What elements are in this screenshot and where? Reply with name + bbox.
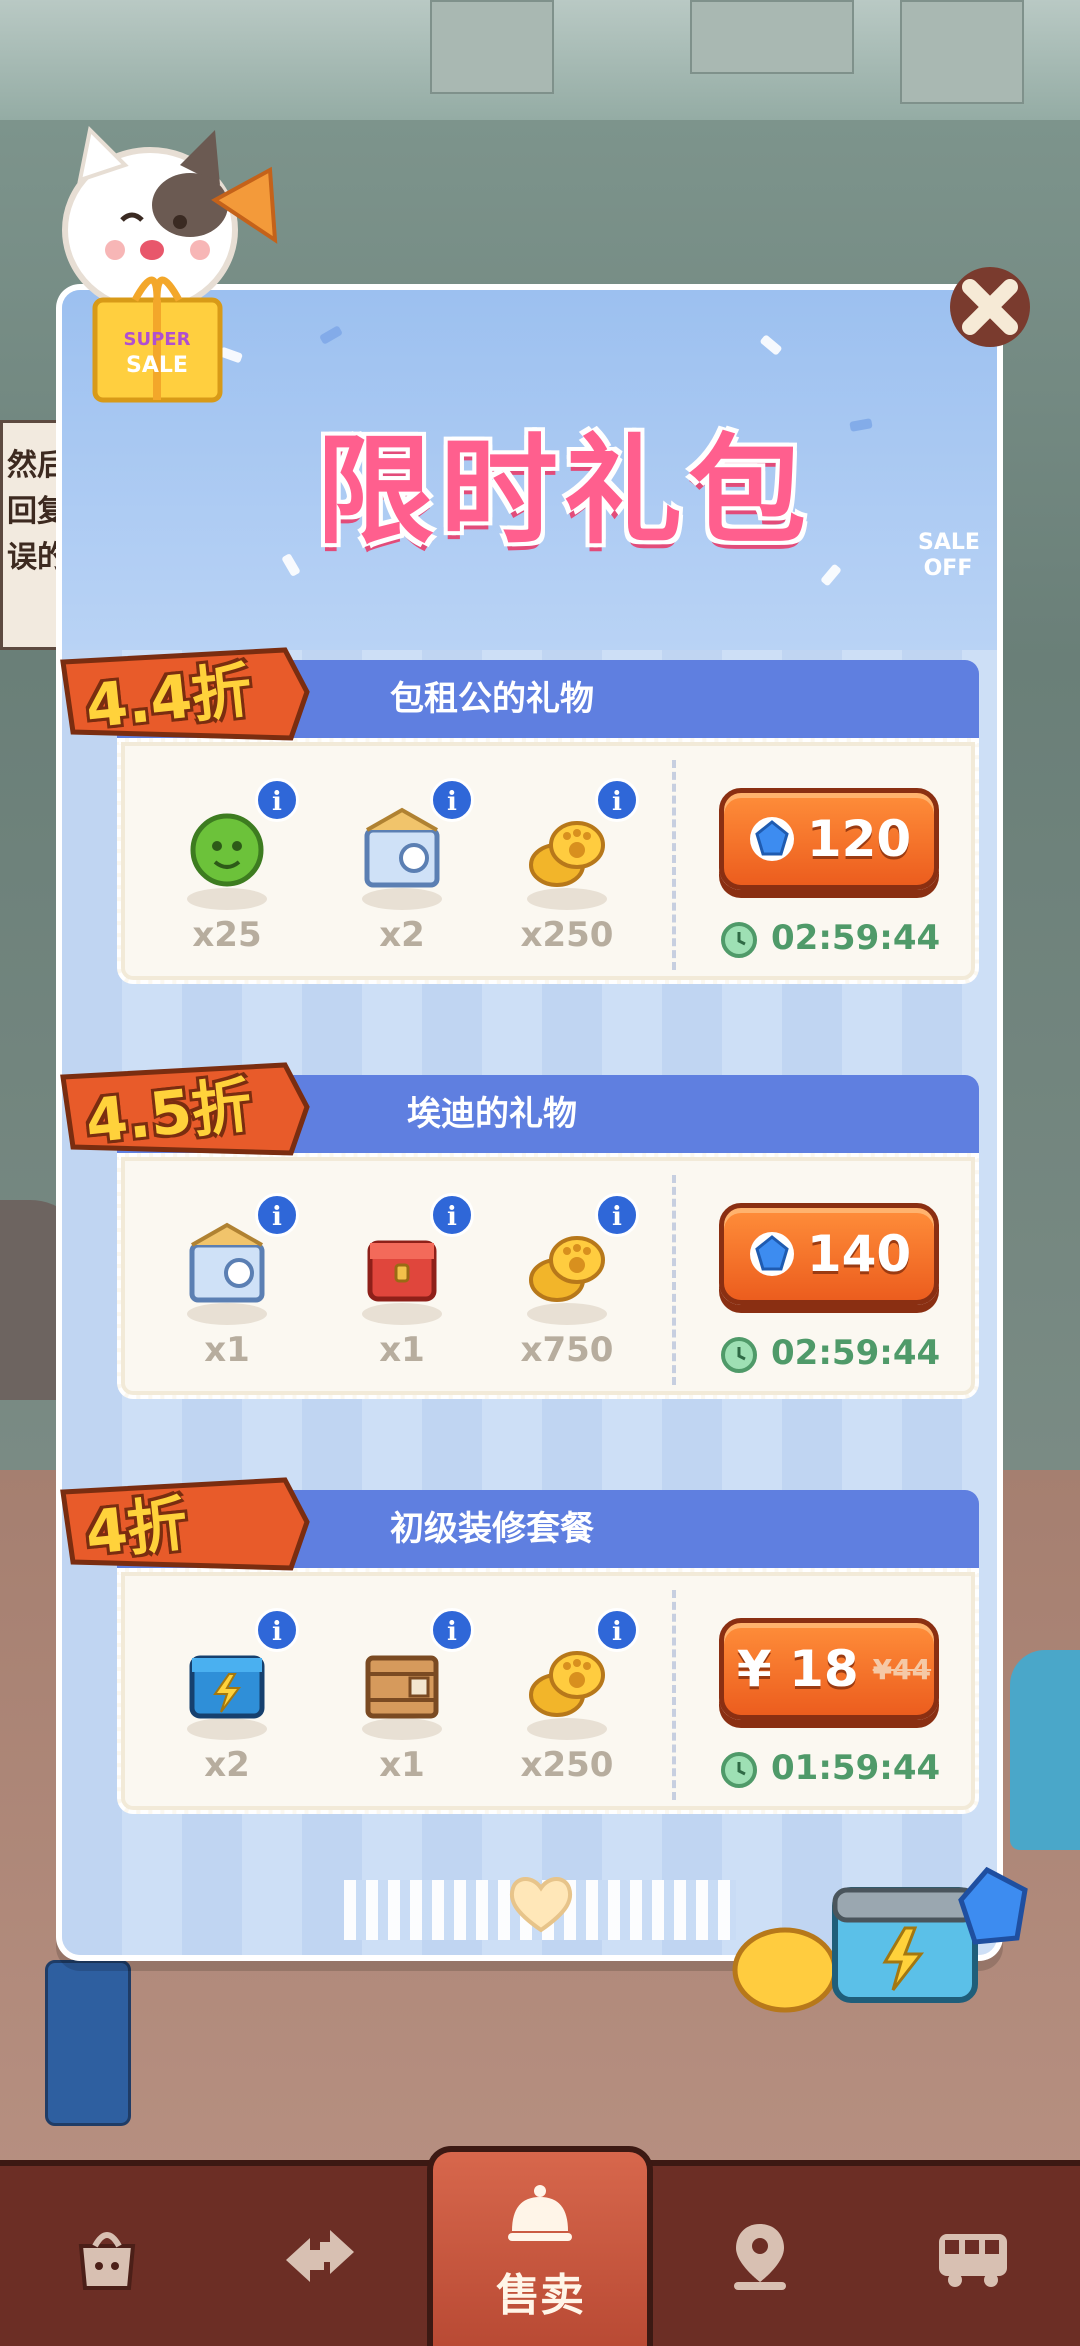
nav-item-exchange[interactable] <box>214 2166 428 2346</box>
service-bell-icon <box>507 2185 572 2241</box>
item-quantity: x750 <box>520 1330 614 1370</box>
alarm-clock-icon <box>721 1752 757 1788</box>
package-divider <box>672 1175 676 1385</box>
buy-button[interactable]: 120 <box>719 788 939 890</box>
discount-ribbon: 4.5折 <box>55 1057 315 1161</box>
item-quantity: x2 <box>379 915 425 955</box>
item-quantity: x1 <box>204 1330 250 1370</box>
price-label: ¥ 18 <box>736 1640 859 1698</box>
buy-button[interactable]: 140 <box>719 1203 939 1305</box>
nav-item-bus[interactable] <box>866 2166 1080 2346</box>
countdown-timer: 01:59:44 <box>717 1746 940 1790</box>
svg-text:SALE: SALE <box>126 353 188 378</box>
background-building <box>900 0 1024 104</box>
info-button[interactable]: i <box>255 1608 299 1652</box>
nav-item-map[interactable] <box>653 2166 867 2346</box>
original-price-label: ¥44 <box>872 1652 932 1686</box>
item-quantity: x1 <box>379 1330 425 1370</box>
cat-bag-icon <box>78 2232 135 2290</box>
countdown-timer: 02:59:44 <box>717 916 940 960</box>
info-button[interactable]: i <box>430 778 474 822</box>
info-button[interactable]: i <box>595 778 639 822</box>
package-item[interactable]: i x750 <box>507 1193 639 1395</box>
info-button[interactable]: i <box>595 1193 639 1237</box>
package-item[interactable]: i x1 <box>342 1193 474 1395</box>
item-quantity: x1 <box>379 1745 425 1785</box>
nav-label-sell: 售卖 <box>495 2270 584 2321</box>
mascot-cat-icon: SUPER SALE <box>62 125 278 403</box>
info-button[interactable]: i <box>255 778 299 822</box>
gem-icon <box>749 817 794 861</box>
price-label: 140 <box>806 1225 912 1283</box>
background-building <box>430 0 554 94</box>
package-divider <box>672 760 676 970</box>
package-item[interactable]: i x1 <box>167 1193 299 1395</box>
discount-ribbon: 4.4折 <box>55 642 315 746</box>
nav-item-bag[interactable] <box>0 2166 214 2346</box>
package-item[interactable]: i x250 <box>507 778 639 980</box>
background-bunny-balloon <box>1010 1650 1080 1850</box>
package-item[interactable]: i x250 <box>507 1608 639 1810</box>
info-button[interactable]: i <box>595 1608 639 1652</box>
info-button[interactable]: i <box>430 1193 474 1237</box>
package-item[interactable]: i x2 <box>167 1608 299 1810</box>
item-quantity: x2 <box>204 1745 250 1785</box>
countdown-timer: 02:59:44 <box>717 1331 940 1375</box>
battery-gems-coins-icon <box>732 1866 1028 2013</box>
package-item[interactable]: i x1 <box>342 1608 474 1810</box>
price-label: 120 <box>806 810 912 868</box>
location-pin-icon <box>733 2224 786 2290</box>
package-divider <box>672 1590 676 1800</box>
info-button[interactable]: i <box>430 1608 474 1652</box>
item-quantity: x250 <box>520 915 614 955</box>
package-item[interactable]: i x25 <box>167 778 299 980</box>
gem-icon <box>749 1232 794 1276</box>
buy-button[interactable]: ¥ 18 ¥44 <box>719 1618 939 1720</box>
package-item[interactable]: i x2 <box>342 778 474 980</box>
bottom-navigation: 售卖 <box>0 2146 1080 2346</box>
close-button[interactable] <box>945 262 1035 352</box>
info-button[interactable]: i <box>255 1193 299 1237</box>
background-building <box>690 0 854 74</box>
nav-item-sell[interactable]: 售卖 <box>427 2146 653 2346</box>
sale-off-label: SALE OFF <box>918 530 980 581</box>
heart-icon <box>509 1877 573 1933</box>
background-trash-bin <box>45 1960 131 2126</box>
svg-text:SUPER: SUPER <box>124 329 191 350</box>
clock-icon <box>721 922 757 958</box>
discount-ribbon: 4折 <box>55 1472 315 1576</box>
close-icon <box>950 267 1030 347</box>
item-quantity: x25 <box>192 915 262 955</box>
item-quantity: x250 <box>520 1745 614 1785</box>
alarm-clock-icon <box>721 1337 757 1373</box>
bus-icon <box>939 2234 1008 2287</box>
dialog-title: 限时礼包 <box>316 422 813 560</box>
arrows-icon <box>286 2230 355 2282</box>
